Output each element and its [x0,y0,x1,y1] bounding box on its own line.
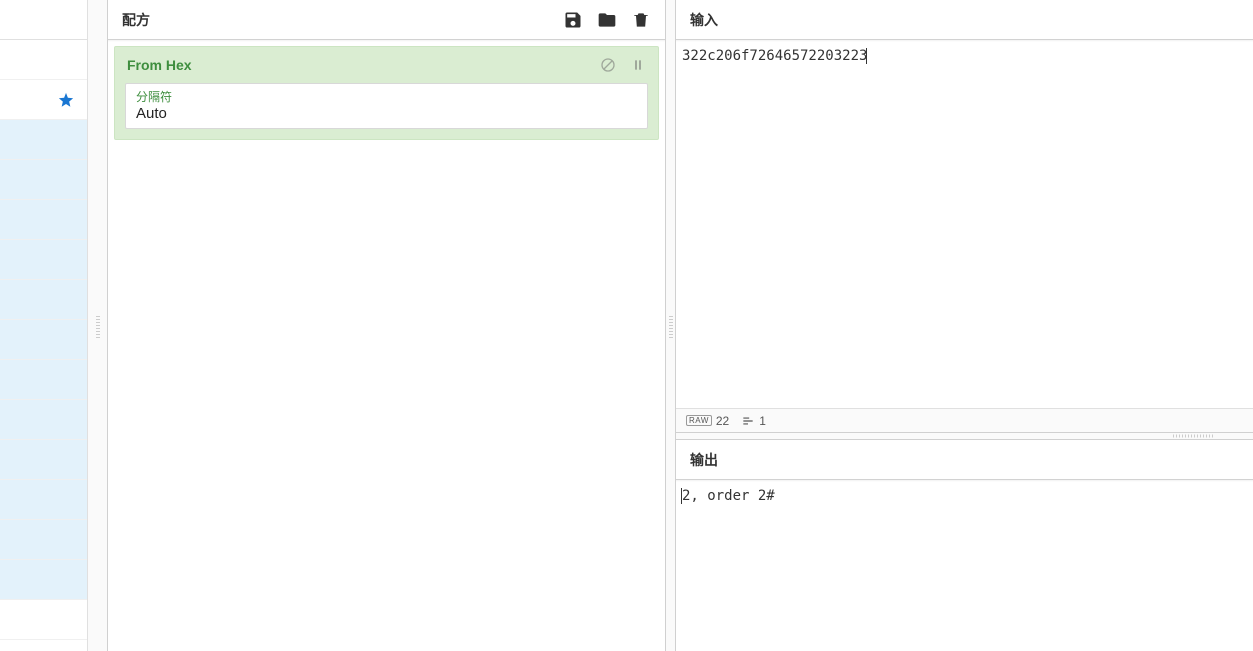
sidebar-item[interactable] [0,240,87,280]
text-cursor [866,48,867,64]
status-lines: 1 [741,414,766,428]
param-value-delimiter[interactable] [136,105,637,122]
sidebar-header [0,0,87,40]
raw-count: 22 [716,414,729,428]
param-label-delimiter: 分隔符 [136,88,637,105]
trash-icon[interactable] [631,10,651,30]
input-section: 输入 322c206f72646572203223 RAW 22 1 [676,0,1253,432]
disable-icon[interactable] [600,57,616,73]
line-count: 1 [759,414,766,428]
operations-sidebar [0,0,88,651]
recipe-title: 配方 [122,10,563,30]
operation-controls [600,57,646,73]
sidebar-item[interactable] [0,480,87,520]
output-text: 2, order 2# [682,488,775,504]
sidebar-item-favorite[interactable] [0,80,87,120]
sidebar-item[interactable] [0,600,87,640]
sidebar-item[interactable] [0,120,87,160]
splitter-io[interactable] [676,432,1253,440]
output-body[interactable]: 2, order 2# [676,480,1253,651]
status-raw-bytes: RAW 22 [686,414,729,428]
sidebar-item[interactable] [0,40,87,80]
operation-params: 分隔符 [125,83,648,129]
sidebar-list [0,40,87,651]
sidebar-item[interactable] [0,200,87,240]
operation-header: From Hex [115,47,658,83]
operation-title: From Hex [127,57,600,73]
app-root: 配方 From Hex 分隔符 [0,0,1253,651]
star-icon [57,91,75,109]
recipe-body: From Hex 分隔符 [108,40,665,651]
input-header: 输入 [676,0,1253,40]
raw-icon: RAW [686,415,712,426]
recipe-toolbar [563,10,651,30]
input-body[interactable]: 322c206f72646572203223 [676,40,1253,408]
splitter-sidebar[interactable] [88,0,108,651]
output-header: 输出 [676,440,1253,480]
input-text[interactable]: 322c206f72646572203223 [682,48,867,64]
output-section: 输出 2, order 2# [676,440,1253,651]
sidebar-item[interactable] [0,160,87,200]
pause-icon[interactable] [630,57,646,73]
sidebar-item[interactable] [0,360,87,400]
sidebar-item[interactable] [0,280,87,320]
sidebar-item[interactable] [0,440,87,480]
recipe-panel: 配方 From Hex 分隔符 [108,0,666,651]
recipe-header: 配方 [108,0,665,40]
sidebar-item[interactable] [0,520,87,560]
input-title: 输入 [690,10,718,30]
io-panel: 输入 322c206f72646572203223 RAW 22 1 输出 [676,0,1253,651]
sidebar-item[interactable] [0,560,87,600]
sidebar-item[interactable] [0,320,87,360]
output-title: 输出 [690,450,718,470]
lines-icon [741,414,755,428]
folder-icon[interactable] [597,10,617,30]
save-icon[interactable] [563,10,583,30]
operation-from-hex[interactable]: From Hex 分隔符 [114,46,659,140]
input-status-bar: RAW 22 1 [676,408,1253,432]
sidebar-item[interactable] [0,400,87,440]
splitter-recipe-io[interactable] [666,0,676,651]
